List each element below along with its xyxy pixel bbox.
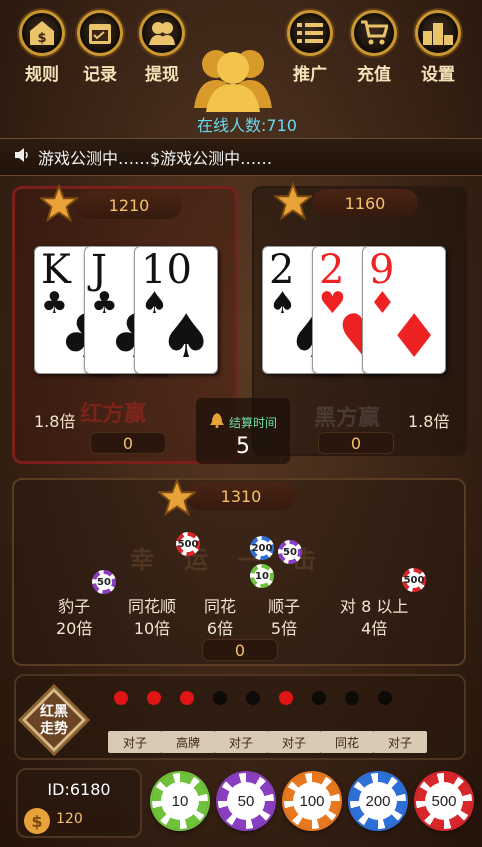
promote-label: 推广 [293,65,327,85]
chip-value: 500 [425,782,463,820]
lucky-type-odds: 20倍 [56,619,93,638]
lucky-bet-amount: 0 [202,639,278,661]
player-coins: 120 [56,811,83,827]
trend-badge: 红黑 走势 [18,684,90,756]
trend-label-2: 走势 [40,721,68,737]
lucky-type-odds: 4倍 [361,619,388,638]
lucky-type-5[interactable]: 对 8 以上 4倍 [340,596,408,640]
trend-tag: 对子 [214,731,268,753]
timer-value: 5 [236,434,250,459]
timer-label: 结算时间 [228,415,277,430]
chip-100-button[interactable]: 100 [284,773,340,829]
table-chip: 200 [250,536,274,560]
chip-value: 200 [359,782,397,820]
trend-tag: 对子 [108,731,162,753]
trend-dot [378,691,392,705]
trend-dot [279,691,293,705]
speaker-icon [14,147,30,167]
trend-dot [246,691,260,705]
trend-tag: 高牌 [161,731,215,753]
lucky-total: 1310 [186,482,296,510]
trend-dot [147,691,161,705]
black-multiplier: 1.8倍 [408,412,450,431]
red-total: 1210 [76,191,182,219]
lucky-type-odds: 5倍 [270,619,298,638]
table-chip: 500 [176,532,200,556]
card-suit-big: ♦ [387,302,441,372]
announcement-text: 游戏公测中……$游戏公测中…… [38,149,273,168]
lucky-watermark: 幸运一击 [130,546,346,574]
lucky-type-2[interactable]: 同花顺 10倍 [128,596,176,640]
calendar-icon [77,10,123,56]
chip-10-button[interactable]: 10 [152,773,208,829]
red-card-3: 10 ♠ ♠ [134,246,218,374]
records-button[interactable]: 记录 [72,10,128,85]
withdraw-label: 提现 [145,65,179,85]
recharge-button[interactable]: 充值 [346,10,402,85]
trend-tag: 同花 [320,731,374,753]
player-info: ID:6180 $ 120 [16,768,142,838]
users-icon [139,10,185,56]
lucky-type-odds: 10倍 [133,619,171,638]
promote-button[interactable]: 推广 [282,10,338,85]
chip-value: 10 [161,782,199,820]
red-watermark: 红方赢 [80,402,147,427]
chip-50-button[interactable]: 50 [218,773,274,829]
player-id: ID:6180 [47,780,111,799]
trend-dot [345,691,359,705]
podium-icon [415,10,461,56]
chip-value: 50 [227,782,265,820]
red-bet-amount: 0 [90,432,166,454]
lucky-type-odds: 6倍 [206,619,234,638]
lucky-type-name: 豹子 [58,597,91,616]
lucky-type-1[interactable]: 豹子 20倍 [56,596,92,640]
lucky-type-4[interactable]: 顺子 5倍 [268,596,300,640]
card-suit-big: ♠ [159,302,213,372]
bell-icon [209,412,225,432]
black-watermark: 黑方赢 [314,406,381,431]
announcement-bar: 游戏公测中……$游戏公测中…… [0,138,482,176]
table-chip: 50 [278,540,302,564]
trend-dot [114,691,128,705]
coin-icon: $ [24,808,50,834]
black-star-icon [274,182,312,220]
lucky-type-3[interactable]: 同花 6倍 [204,596,236,640]
chip-value: 100 [293,782,331,820]
cart-icon [351,10,397,56]
table-chip: 500 [402,568,426,592]
black-total: 1160 [312,189,418,217]
lucky-star-icon [158,478,196,516]
rules-icon: $ [19,10,65,56]
lucky-type-name: 同花顺 [128,597,177,616]
lucky-type-name: 对 8 以上 [340,597,409,616]
trend-dot [180,691,194,705]
trend-label-1: 红黑 [40,704,68,720]
rules-label: 规则 [25,65,59,85]
trend-dot [312,691,326,705]
settings-label: 设置 [421,65,455,85]
chip-200-button[interactable]: 200 [350,773,406,829]
table-chip: 10 [250,564,274,588]
table-chip: 50 [92,570,116,594]
recharge-label: 充值 [357,65,391,85]
withdraw-button[interactable]: 提现 [134,10,190,85]
red-multiplier: 1.8倍 [34,412,76,431]
lucky-type-name: 同花 [204,597,237,616]
online-users-icon [190,42,276,112]
online-count: 在线人数:710 [197,116,297,135]
rules-button[interactable]: $ 规则 [14,10,70,85]
settings-button[interactable]: 设置 [410,10,466,85]
black-bet-amount: 0 [318,432,394,454]
settle-timer: 结算时间 5 [196,398,290,464]
trend-dot [213,691,227,705]
trend-tag: 对子 [373,731,427,753]
trend-tag: 对子 [267,731,321,753]
chip-500-button[interactable]: 500 [416,773,472,829]
svg-text:$: $ [37,31,46,46]
lucky-type-name: 顺子 [268,597,301,616]
black-card-3: 9 ♦ ♦ [362,246,446,374]
list-icon [287,10,333,56]
records-label: 记录 [83,65,117,85]
red-star-icon [40,184,78,222]
